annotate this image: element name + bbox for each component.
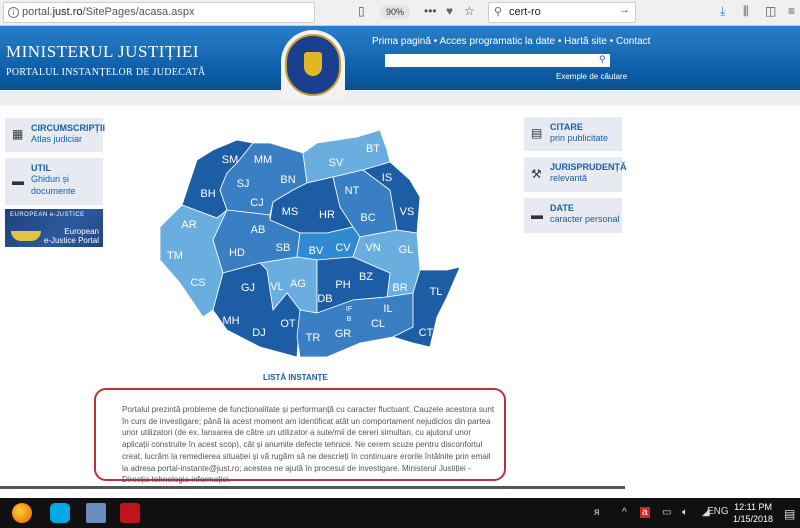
chevron-up-icon[interactable]: ^ [622, 507, 627, 518]
county-label-ct[interactable]: CT [419, 327, 434, 339]
windows-taskbar: ᴙ ^ a ▭ 🔈︎ ◢ ENG 12:11 PM 1/15/2018 ▤ [0, 498, 800, 528]
county-label-cl[interactable]: CL [371, 318, 385, 330]
county-label-ph[interactable]: PH [335, 279, 350, 291]
county-label-gj[interactable]: GJ [241, 282, 255, 294]
county-label-mm[interactable]: MM [254, 154, 272, 166]
county-label-sb[interactable]: SB [276, 242, 291, 254]
county-label-gl[interactable]: GL [399, 244, 414, 256]
county-label-bz[interactable]: BZ [359, 271, 373, 283]
county-label-gr[interactable]: GR [335, 328, 352, 340]
county-label-tl[interactable]: TL [430, 286, 443, 298]
county-label-hr[interactable]: HR [319, 209, 335, 221]
people-icon[interactable]: ᴙ [594, 507, 599, 518]
county-label-bt[interactable]: BT [366, 143, 380, 155]
county-label-hd[interactable]: HD [229, 247, 245, 259]
county-label-ab[interactable]: AB [251, 224, 266, 236]
notice-text: Portalul prezintă probleme de funcțional… [122, 405, 495, 485]
notice-box: Portalul prezintă probleme de funcțional… [94, 388, 506, 485]
county-label-vs[interactable]: VS [400, 206, 415, 218]
county-label-b[interactable]: B [347, 316, 352, 323]
clock-time: 12:11 PM [734, 502, 772, 512]
county-label-sm[interactable]: SM [222, 154, 239, 166]
county-label-sj[interactable]: SJ [237, 178, 250, 190]
county-label-bv[interactable]: BV [309, 245, 324, 257]
county-label-tm[interactable]: TM [167, 250, 183, 262]
coat-of-arms-icon [285, 34, 341, 96]
skype-icon[interactable] [50, 503, 70, 523]
county-label-ot[interactable]: OT [280, 318, 296, 330]
clock-date: 1/15/2018 [733, 514, 774, 524]
ministry-seal-logo[interactable] [281, 30, 345, 100]
volume-icon[interactable]: 🔈︎ [682, 507, 688, 518]
county-label-vn[interactable]: VN [365, 242, 380, 254]
county-label-bc[interactable]: BC [360, 212, 375, 224]
county-label-cv[interactable]: CV [335, 242, 351, 254]
lista-instante-link[interactable]: LISTĂ INSTANȚE [263, 373, 328, 382]
language-indicator[interactable]: ENG [707, 506, 729, 517]
footer-divider [0, 486, 625, 489]
county-label-cj[interactable]: CJ [250, 197, 263, 209]
notifications-icon[interactable]: ▤ [784, 507, 795, 521]
county-label-ms[interactable]: MS [282, 206, 299, 218]
avira-icon[interactable]: a [640, 507, 650, 518]
county-label-dj[interactable]: DJ [252, 327, 265, 339]
county-label-db[interactable]: DB [317, 293, 332, 305]
county-label-nt[interactable]: NT [345, 185, 360, 197]
county-label-tr[interactable]: TR [306, 332, 321, 344]
romania-county-map: SM MM BN SJ BH CJ SV BT IS NT VS MS HR BC AR AB SB BV CV VN… [159, 129, 461, 358]
app-red-icon[interactable] [120, 503, 140, 523]
clock[interactable]: 12:11 PM 1/15/2018 [733, 501, 773, 525]
firefox-icon[interactable] [12, 503, 32, 523]
battery-icon[interactable]: ▭ [662, 507, 671, 518]
county-label-mh[interactable]: MH [222, 315, 239, 327]
county-label-bn[interactable]: BN [280, 174, 295, 186]
app-icon[interactable] [86, 503, 106, 523]
county-label-br[interactable]: BR [392, 282, 407, 294]
county-label-if[interactable]: IF [346, 306, 352, 313]
county-label-ag[interactable]: AG [290, 278, 306, 290]
county-label-is[interactable]: IS [382, 172, 392, 184]
county-label-bh[interactable]: BH [200, 188, 215, 200]
county-label-il[interactable]: IL [383, 303, 392, 315]
county-label-cs[interactable]: CS [190, 277, 205, 289]
county-label-ar[interactable]: AR [181, 219, 196, 231]
county-label-vl[interactable]: VL [270, 281, 283, 293]
county-label-sv[interactable]: SV [329, 157, 344, 169]
